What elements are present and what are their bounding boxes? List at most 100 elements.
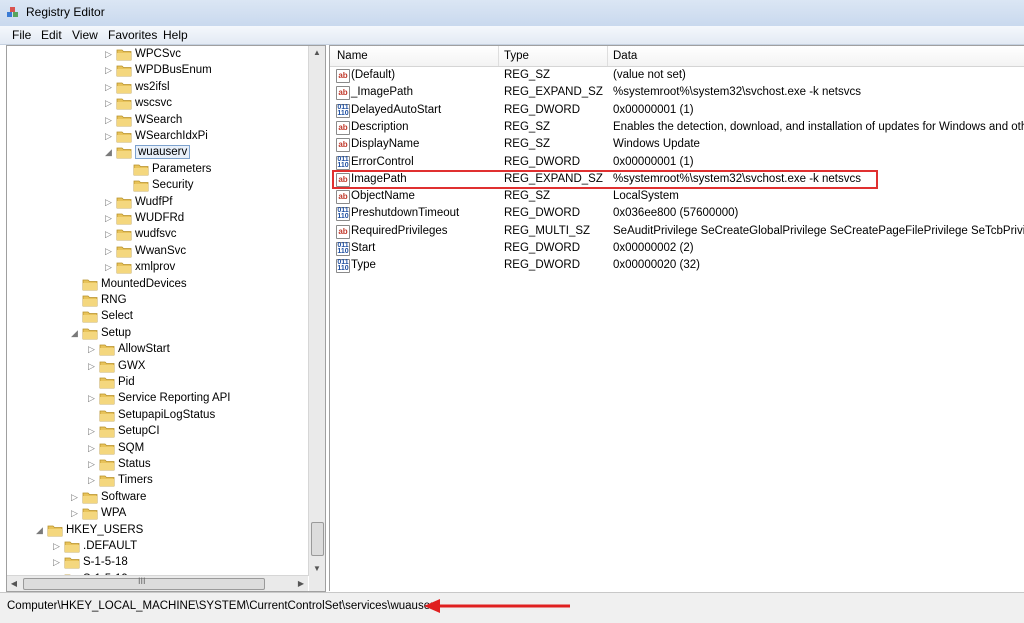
collapse-icon[interactable]: ◢ [70,328,79,338]
expand-icon[interactable]: ▷ [87,476,96,485]
tree-item-security[interactable]: Security [7,178,308,194]
value-data: %systemroot%\system32\svchost.exe -k net… [613,86,861,99]
tree-item-setup[interactable]: ◢ Setup [7,326,308,342]
tree-item-wuauserv[interactable]: ◢ wuauserv [7,145,308,161]
tree-item-software[interactable]: ▷ Software [7,490,308,506]
tree-item-wwansvc[interactable]: ▷ WwanSvc [7,244,308,260]
tree-item-label: Pid [118,376,135,388]
tree-item--default[interactable]: ▷ .DEFAULT [7,539,308,555]
expand-icon[interactable]: ▷ [104,246,113,256]
collapse-icon[interactable]: ◢ [35,525,44,535]
menu-favorites[interactable]: Favorites [108,28,157,42]
expand-icon[interactable]: ▷ [87,427,96,436]
menu-help[interactable]: Help [163,28,188,42]
tree-item-mounteddevices[interactable]: MountedDevices [7,277,308,293]
tree-item-gwx[interactable]: ▷ GWX [7,359,308,375]
tree-item-select[interactable]: Select [7,309,308,325]
tree-item-xmlprov[interactable]: ▷ xmlprov [7,260,308,276]
tree-item-wpa[interactable]: ▷ WPA [7,506,308,522]
menu-edit[interactable]: Edit [41,28,62,42]
value-row-type[interactable]: 011 110 Type REG_DWORD 0x00000020 (32) [330,257,1024,274]
value-type: REG_MULTI_SZ [504,224,591,237]
scroll-right-icon[interactable]: ▶ [294,576,308,591]
expand-icon[interactable]: ▷ [104,263,113,272]
tree-item-rng[interactable]: RNG [7,293,308,309]
value-name: DelayedAutoStart [351,103,442,116]
tree-item-wsearchidxpi[interactable]: ▷ WSearchIdxPi [7,129,308,145]
value-name: _ImagePath [351,86,414,99]
tree-scroll-thumb[interactable] [311,522,324,556]
expand-icon[interactable]: ▷ [104,99,113,108]
values-list[interactable]: Name Type Data ab (Default) REG_SZ (value n… [329,45,1024,591]
expand-icon[interactable]: ▷ [104,50,113,59]
scroll-left-icon[interactable]: ◀ [7,576,21,591]
expand-icon[interactable]: ▷ [104,132,113,141]
menu-view[interactable]: View [72,28,98,42]
expand-icon[interactable]: ▷ [70,492,79,502]
expand-icon[interactable]: ▷ [87,345,96,354]
value-row-preshutdowntimeout[interactable]: 011 110 PreshutdownTimeout REG_DWORD 0x036e… [330,205,1024,222]
value-row-requiredprivileges[interactable]: ab RequiredPrivileges REG_MULTI_SZ SeAuditP… [330,223,1024,240]
column-name[interactable]: Name [337,50,368,62]
value-row-default[interactable]: ab (Default) REG_SZ (value not set) [330,67,1024,84]
expand-icon[interactable]: ▷ [104,66,113,75]
tree-item-label: SetupapiLogStatus [118,408,216,421]
collapse-icon[interactable]: ◢ [104,148,113,157]
expand-icon[interactable]: ▷ [87,361,96,371]
column-data[interactable]: Data [613,50,637,62]
key-tree[interactable]: ▷ WPCSvc ▷ WPDBusEnum ▷ ws2ifsl ▷ wscsvc ▷ WSearc… [6,45,326,592]
column-type[interactable]: Type [504,50,529,62]
expand-icon[interactable]: ▷ [104,230,113,239]
value-row-delayedautostart[interactable]: 011 110 DelayedAutoStart REG_DWORD 0x000000… [330,102,1024,119]
tree-item-label: MountedDevices [101,277,187,290]
scroll-up-icon[interactable]: ▲ [309,46,325,60]
value-row-displayname[interactable]: ab DisplayName REG_SZ Windows Update [330,136,1024,153]
expand-icon[interactable]: ▷ [70,509,79,518]
tree-vertical-scrollbar[interactable]: ▲ ▼ [308,46,325,576]
value-row-start[interactable]: 011 110 Start REG_DWORD 0x00000002 (2) [330,240,1024,257]
tree-item-label: AllowStart [118,343,170,356]
folder-icon [116,147,132,159]
value-row-imagepath[interactable]: ab _ImagePath REG_EXPAND_SZ %systemroot%\sy… [330,84,1024,101]
value-data: 0x00000020 (32) [613,259,700,272]
folder-icon [82,328,98,340]
value-row-errorcontrol[interactable]: 011 110 ErrorControl REG_DWORD 0x00000001 (… [330,154,1024,171]
scroll-down-icon[interactable]: ▼ [309,562,325,576]
tree-item-wscsvc[interactable]: ▷ wscsvc [7,96,308,112]
tree-item-setupci[interactable]: ▷ SetupCI [7,424,308,440]
expand-icon[interactable]: ▷ [52,558,61,567]
value-name: ObjectName [351,190,415,203]
expand-icon[interactable]: ▷ [104,197,113,207]
tree-item-parameters[interactable]: Parameters [7,162,308,178]
tree-item-wpdbusenum[interactable]: ▷ WPDBusEnum [7,63,308,79]
tree-horizontal-scrollbar[interactable]: ◀ III ▶ [7,575,308,591]
tree-item-wudfrd[interactable]: ▷ WUDFRd [7,211,308,227]
tree-item-hkey-users[interactable]: ◢ HKEY_USERS [7,523,308,539]
tree-item-sqm[interactable]: ▷ SQM [7,441,308,457]
tree-item-s-1-5-18[interactable]: ▷ S-1-5-18 [7,555,308,571]
tree-item-wudfsvc[interactable]: ▷ wudfsvc [7,227,308,243]
expand-icon[interactable]: ▷ [104,214,113,223]
expand-icon[interactable]: ▷ [104,115,113,125]
tree-item-pid[interactable]: Pid [7,375,308,391]
value-name: DisplayName [351,138,420,151]
expand-icon[interactable]: ▷ [87,460,96,469]
tree-item-wpcsvc[interactable]: ▷ WPCSvc [7,47,308,63]
tree-item-allowstart[interactable]: ▷ AllowStart [7,342,308,358]
expand-icon[interactable]: ▷ [87,394,96,403]
tree-item-label: .DEFAULT [83,540,138,552]
expand-icon[interactable]: ▷ [52,542,61,551]
expand-icon[interactable]: ▷ [87,443,96,453]
tree-item-status[interactable]: ▷ Status [7,457,308,473]
tree-item-setupapilogstatus[interactable]: SetupapiLogStatus [7,408,308,424]
tree-item-wsearch[interactable]: ▷ WSearch [7,113,308,129]
tree-item-timers[interactable]: ▷ Timers [7,473,308,489]
value-row-description[interactable]: ab Description REG_SZ Enables the detection… [330,119,1024,136]
value-row-objectname[interactable]: ab ObjectName REG_SZ LocalSystem [330,188,1024,205]
expand-icon[interactable]: ▷ [104,82,113,92]
menu-file[interactable]: File [12,28,31,42]
tree-item-ws2ifsl[interactable]: ▷ ws2ifsl [7,80,308,96]
value-type: REG_SZ [504,69,551,81]
tree-item-service-reporting-api[interactable]: ▷ Service Reporting API [7,391,308,407]
tree-item-wudfpf[interactable]: ▷ WudfPf [7,195,308,211]
